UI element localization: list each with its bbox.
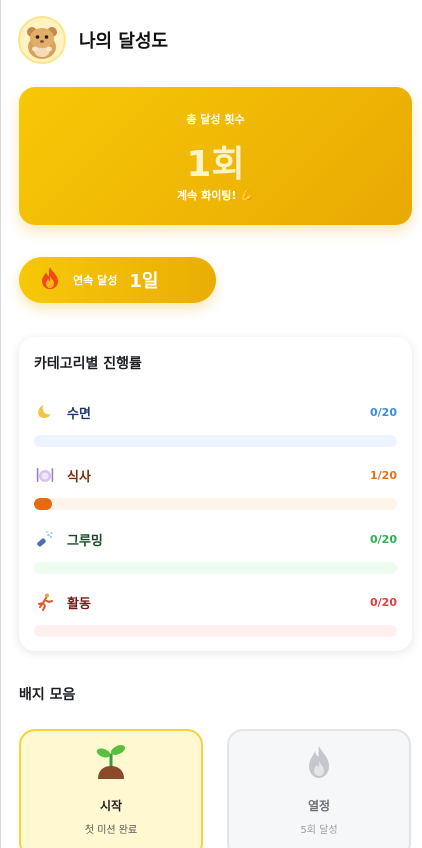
badge-start[interactable]: 시작 첫 미션 완료 xyxy=(19,729,203,848)
page-title: 나의 달성도 xyxy=(79,31,169,52)
category-meal: 식사 1/20 xyxy=(34,464,397,514)
badge-desc: 5회 달성 xyxy=(300,825,338,836)
category-count: 0/20 xyxy=(370,405,397,419)
category-sleep: 수면 0/20 xyxy=(34,401,397,451)
badge-name: 시작 xyxy=(99,799,123,813)
category-grooming: 그루밍 0/20 xyxy=(34,528,397,578)
category-count: 1/20 xyxy=(370,468,397,482)
sprout-icon xyxy=(21,741,201,783)
fire-icon xyxy=(39,266,61,294)
streak-value: 1일 xyxy=(129,271,159,292)
left-edge-divider xyxy=(0,0,1,848)
grooming-icon xyxy=(34,528,56,550)
badge-passion[interactable]: 열정 5회 달성 xyxy=(227,729,411,848)
category-name: 활동 xyxy=(67,596,91,612)
progress-track xyxy=(34,498,397,510)
category-count: 0/20 xyxy=(370,595,397,609)
category-name: 식사 xyxy=(67,469,91,485)
plate-cutlery-icon xyxy=(34,464,56,486)
progress-track xyxy=(34,625,397,637)
badge-desc: 첫 미션 완료 xyxy=(84,825,138,836)
streak-label: 연속 달성 xyxy=(73,274,118,287)
moon-icon xyxy=(34,401,56,423)
category-name: 그루밍 xyxy=(67,533,103,549)
hamster-icon xyxy=(18,16,66,64)
badges-title: 배지 모음 xyxy=(19,687,76,703)
category-count: 0/20 xyxy=(370,532,397,546)
header: 나의 달성도 xyxy=(18,14,168,66)
progress-track xyxy=(34,435,397,447)
category-name: 수면 xyxy=(67,406,91,422)
cheer-text: 계속 화이팅! 💪 xyxy=(177,189,254,202)
progress-fill xyxy=(34,498,53,510)
streak-pill: 연속 달성 1일 xyxy=(19,257,216,303)
progress-title: 카테고리별 진행률 xyxy=(34,356,142,372)
total-achievement-card: 총 달성 횟수 1회 계속 화이팅! 💪 xyxy=(19,87,412,225)
category-activity: 활동 0/20 xyxy=(34,591,397,641)
total-value: 1회 xyxy=(186,144,245,185)
badge-name: 열정 xyxy=(307,799,331,813)
category-progress-card: 카테고리별 진행률 수면 0/20 식사 1/20 그루밍 0/20 활동 0/… xyxy=(19,337,412,651)
total-label: 총 달성 횟수 xyxy=(186,113,245,126)
running-icon xyxy=(34,591,56,613)
progress-track xyxy=(34,562,397,574)
flame-icon xyxy=(229,741,409,783)
